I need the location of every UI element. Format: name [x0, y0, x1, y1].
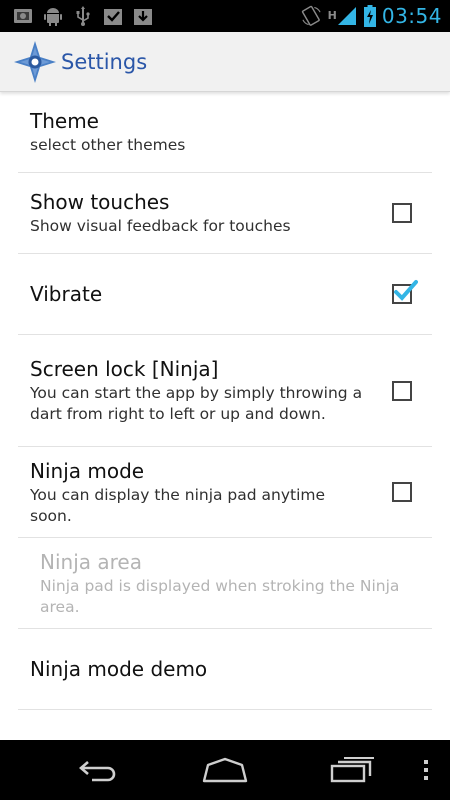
pref-screen-lock-ninja[interactable]: Screen lock [Ninja] You can start the ap… [18, 335, 432, 447]
pref-ninja-mode[interactable]: Ninja mode You can display the ninja pad… [18, 447, 432, 538]
signal-icon [337, 6, 358, 27]
menu-button[interactable] [412, 750, 440, 790]
pref-text: Screen lock [Ninja] You can start the ap… [18, 356, 372, 425]
download-icon [132, 6, 153, 27]
home-button[interactable] [195, 750, 255, 790]
pref-text: Ninja mode demo [18, 656, 432, 682]
download-done-icon [102, 6, 123, 27]
pref-summary: Show visual feedback for touches [30, 217, 291, 235]
recent-apps-button[interactable] [322, 750, 382, 790]
preferences-list: Theme select other themes Show touches S… [0, 92, 450, 710]
status-time: 03:54 [381, 4, 442, 28]
pref-summary: You can start the app by simply throwing… [30, 384, 363, 423]
pref-title: Ninja mode demo [30, 657, 208, 681]
menu-icon [424, 760, 428, 780]
pref-text: Vibrate [18, 281, 372, 307]
pref-vibrate[interactable]: Vibrate [18, 254, 432, 335]
pref-title: Vibrate [30, 282, 103, 306]
recent-apps-icon [330, 757, 374, 783]
pref-theme[interactable]: Theme select other themes [18, 92, 432, 173]
pref-text: Show touches Show visual feedback for to… [18, 189, 372, 237]
ninja-shuriken-icon[interactable] [14, 40, 56, 83]
usb-icon [72, 6, 93, 27]
back-button[interactable] [70, 750, 130, 790]
checkmark-icon [394, 280, 418, 301]
pref-show-touches[interactable]: Show touches Show visual feedback for to… [18, 173, 432, 254]
pref-ninja-area: Ninja area Ninja pad is displayed when s… [18, 538, 432, 629]
vibrate-checkbox[interactable] [392, 280, 418, 304]
network-type-label: H [327, 9, 337, 22]
checkbox-container [372, 380, 432, 401]
show-touches-checkbox[interactable] [392, 203, 412, 223]
status-bar-notifications [0, 6, 153, 27]
rotation-icon [301, 5, 322, 27]
ninja-mode-checkbox[interactable] [392, 482, 412, 502]
status-bar-system: H 03:54 [301, 4, 450, 28]
page-title: Settings [61, 49, 148, 74]
pref-text: Ninja area Ninja pad is displayed when s… [18, 549, 432, 618]
pref-text: Theme select other themes [18, 108, 432, 156]
pref-title: Theme [30, 109, 99, 133]
checkbox-container [372, 482, 432, 502]
pref-summary: select other themes [30, 136, 186, 154]
back-icon [79, 761, 116, 782]
pref-summary: Ninja pad is displayed when stroking the… [40, 576, 400, 616]
checkbox-container [372, 280, 432, 304]
battery-icon [363, 5, 376, 27]
navigation-bar [0, 740, 450, 800]
pref-summary: You can display the ninja pad anytime so… [30, 485, 326, 525]
pref-ninja-mode-demo[interactable]: Ninja mode demo [18, 629, 432, 710]
pref-text: Ninja mode You can display the ninja pad… [18, 458, 372, 527]
status-bar: H 03:54 [0, 0, 450, 32]
notification-icon [12, 6, 33, 27]
pref-title: Show touches [30, 190, 170, 214]
pref-title: Ninja mode [30, 458, 145, 483]
pref-title: Screen lock [Ninja] [30, 357, 219, 381]
action-bar: Settings [0, 32, 450, 92]
checkbox-container [372, 203, 432, 223]
home-icon [202, 757, 248, 783]
pref-title: Ninja area [40, 549, 142, 574]
screen-lock-checkbox[interactable] [392, 380, 412, 401]
android-debug-icon [42, 6, 63, 27]
